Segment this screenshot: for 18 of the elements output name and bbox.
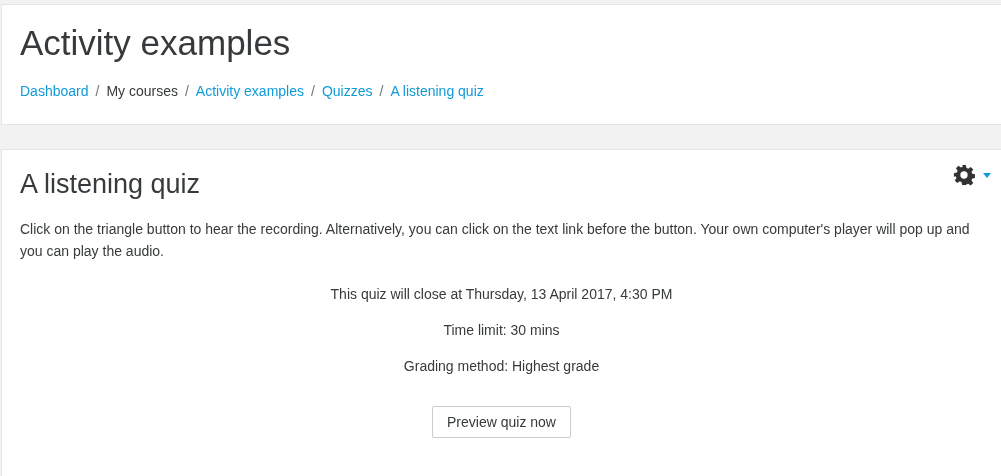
intro-paragraph: Click on the triangle button to hear the recording. Alternatively, you can click on the text link before the button. Your own computer's player will pop up and you can play the audio.	[20, 220, 971, 261]
breadcrumb-link[interactable]: Quizzes	[321, 83, 373, 99]
quiz-info-text: Grading method: Highest grade	[402, 357, 601, 376]
breadcrumb-link[interactable]: A listening quiz	[390, 83, 484, 99]
breadcrumb-text: My courses	[106, 83, 178, 99]
breadcrumb-link[interactable]: Activity examples	[195, 83, 304, 99]
caret-icon[interactable]	[983, 172, 991, 178]
quiz-info-text: This quiz will close at Thursday, 13 April 2017, 4:30 PM	[329, 285, 674, 304]
settings-icon[interactable]	[953, 164, 975, 186]
course-title: Activity examples	[20, 22, 292, 64]
breadcrumb-separator: /	[95, 83, 100, 99]
breadcrumb-separator: /	[311, 83, 315, 99]
breadcrumb-separator: /	[184, 83, 189, 99]
preview-quiz-button[interactable]: Preview quiz now	[432, 406, 571, 438]
activity-title: A listening quiz	[20, 168, 201, 201]
breadcrumb-link[interactable]: Dashboard	[20, 83, 89, 99]
quiz-info-text: Time limit: 30 mins	[442, 321, 561, 340]
breadcrumb-separator: /	[379, 83, 384, 99]
